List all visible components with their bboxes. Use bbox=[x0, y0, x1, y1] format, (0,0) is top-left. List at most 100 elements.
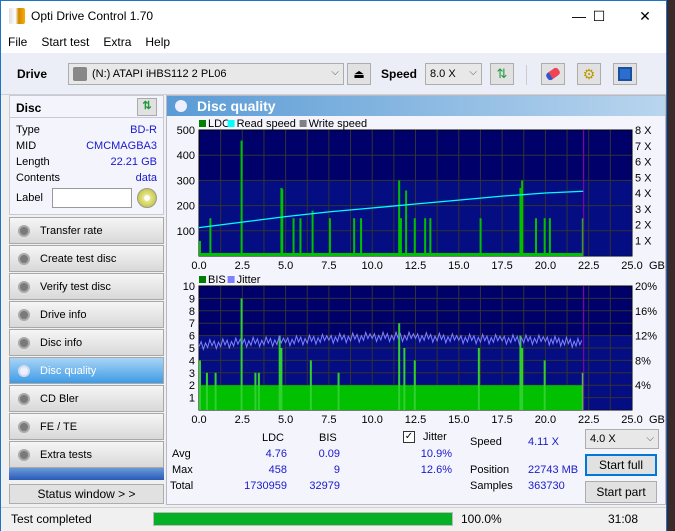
x-tick-label: 2.5 bbox=[235, 260, 250, 272]
nav-extra-tests[interactable]: Extra tests bbox=[9, 441, 164, 468]
title-bar: Opti Drive Control 1.70 — ☐ ✕ bbox=[1, 1, 666, 31]
y2-tick-label: 8% bbox=[635, 355, 651, 367]
ldc-bar bbox=[405, 190, 408, 256]
floppy-icon bbox=[618, 67, 632, 81]
x-tick-label: 7.5 bbox=[321, 414, 336, 426]
ldc-bar bbox=[413, 218, 416, 256]
status-text: Test completed bbox=[11, 512, 92, 526]
y-tick-label: 400 bbox=[177, 150, 195, 162]
eject-icon: ⏏ bbox=[353, 67, 365, 81]
y-tick-label: 4 bbox=[189, 355, 195, 367]
x-tick-label: 17.5 bbox=[491, 414, 512, 426]
eraser-icon bbox=[544, 66, 562, 82]
disc-test-icon bbox=[18, 252, 30, 265]
type-label: Type bbox=[16, 124, 40, 136]
label-input[interactable] bbox=[51, 188, 132, 208]
x-tick-label: 12.5 bbox=[405, 260, 426, 272]
erase-button[interactable] bbox=[541, 63, 565, 85]
x-tick-label: 5.0 bbox=[278, 414, 293, 426]
y-tick-label: 3 bbox=[189, 368, 195, 380]
start-full-button[interactable]: Start full bbox=[585, 454, 657, 476]
ldc-bar bbox=[199, 240, 201, 256]
save-button[interactable] bbox=[613, 63, 637, 85]
bis-bar bbox=[205, 372, 208, 410]
jitter-checkbox[interactable]: ✓ bbox=[403, 431, 415, 443]
stat-max-label: Max bbox=[172, 464, 193, 476]
test-speed-select[interactable]: 4.0 X ⌵ bbox=[585, 429, 659, 449]
jitter-toggle[interactable]: ✓ Jitter bbox=[403, 431, 447, 443]
bis-bar bbox=[337, 372, 340, 410]
refresh-arrows-icon: ⇅ bbox=[496, 66, 508, 81]
progress-text: 100.0% bbox=[461, 512, 502, 526]
eject-button[interactable]: ⏏ bbox=[347, 63, 371, 85]
disc-test-icon bbox=[18, 420, 30, 433]
x-tick-label: 20.0 bbox=[535, 414, 556, 426]
menu-extra[interactable]: Extra bbox=[96, 35, 138, 49]
y-tick-label: 6 bbox=[189, 331, 195, 343]
speed-select[interactable]: 8.0 X ⌵ bbox=[425, 63, 482, 85]
ldc-bar bbox=[311, 210, 314, 256]
close-button[interactable]: ✕ bbox=[622, 1, 668, 31]
disc-row-contents: Contents data bbox=[10, 170, 163, 186]
legend-label: Write speed bbox=[309, 118, 368, 130]
nav-disc-quality[interactable]: Disc quality bbox=[9, 357, 164, 384]
y2-tick-label: 12% bbox=[635, 331, 657, 343]
start-part-button[interactable]: Start part bbox=[585, 481, 657, 503]
x-tick-label: 2.5 bbox=[235, 414, 250, 426]
disc-test-icon bbox=[18, 336, 30, 349]
settings-button[interactable]: ⚙ bbox=[577, 63, 601, 85]
legend-label: BIS bbox=[208, 274, 226, 286]
bis-bar bbox=[240, 298, 243, 410]
nav-disc-info[interactable]: Disc info bbox=[9, 329, 164, 356]
nav-label: Create test disc bbox=[40, 252, 117, 265]
y2-tick-label: 7 X bbox=[635, 141, 652, 153]
disc-test-icon bbox=[18, 224, 30, 237]
x-axis-label: GB bbox=[649, 414, 665, 426]
y2-tick-label: 6 X bbox=[635, 157, 652, 169]
drive-select[interactable]: (N:) ATAPI iHBS112 2 PL06 ⌵ bbox=[68, 63, 344, 85]
ldc-bar bbox=[424, 218, 427, 256]
nav-label: Drive info bbox=[40, 308, 87, 321]
speed-label: Speed bbox=[381, 67, 418, 81]
app-icon bbox=[9, 8, 25, 24]
x-tick-label: 0.0 bbox=[191, 260, 206, 272]
y2-tick-label: 3 X bbox=[635, 204, 652, 216]
refresh-disc-button[interactable]: ⇅ bbox=[137, 98, 157, 116]
menu-start-test[interactable]: Start test bbox=[34, 35, 96, 49]
x-tick-label: 25.0 bbox=[621, 260, 642, 272]
nav-fe-te[interactable]: FE / TE bbox=[9, 413, 164, 440]
status-window-button[interactable]: Status window > > bbox=[9, 484, 164, 504]
x-tick-label: 22.5 bbox=[578, 414, 599, 426]
y-tick-label: 200 bbox=[177, 201, 195, 213]
y-tick-label: 5 bbox=[189, 343, 195, 355]
stat-total-bis: 32979 bbox=[309, 480, 340, 492]
bis-bar bbox=[543, 360, 546, 410]
disc-quality-icon bbox=[175, 100, 187, 112]
bis-bar bbox=[199, 360, 201, 410]
nav-verify-test-disc[interactable]: Verify test disc bbox=[9, 273, 164, 300]
nav-fill bbox=[9, 468, 164, 480]
nav-label: Disc quality bbox=[40, 364, 97, 377]
menu-file[interactable]: File bbox=[1, 35, 34, 49]
ldc-bar bbox=[328, 218, 331, 256]
menu-bar: File Start test Extra Help bbox=[1, 31, 666, 53]
nav-drive-info[interactable]: Drive info bbox=[9, 301, 164, 328]
y-tick-label: 8 bbox=[189, 306, 195, 318]
contents-value: data bbox=[135, 172, 157, 184]
refresh-button[interactable]: ⇅ bbox=[490, 63, 514, 85]
disc-icon[interactable] bbox=[136, 188, 157, 208]
menu-help[interactable]: Help bbox=[138, 35, 177, 49]
ldc-bar bbox=[360, 218, 363, 256]
progress-fill bbox=[154, 513, 452, 525]
ldc-bar bbox=[353, 218, 356, 256]
nav-transfer-rate[interactable]: Transfer rate bbox=[9, 217, 164, 244]
ldc-bar bbox=[209, 218, 212, 256]
ldc-bar bbox=[519, 187, 522, 256]
nav-label: Transfer rate bbox=[40, 224, 103, 237]
bis-bar bbox=[278, 335, 281, 410]
ldc-bar bbox=[240, 140, 243, 256]
maximize-button[interactable]: ☐ bbox=[576, 1, 622, 31]
legend-swatch bbox=[227, 120, 235, 127]
nav-cd-bler[interactable]: CD Bler bbox=[9, 385, 164, 412]
nav-create-test-disc[interactable]: Create test disc bbox=[9, 245, 164, 272]
